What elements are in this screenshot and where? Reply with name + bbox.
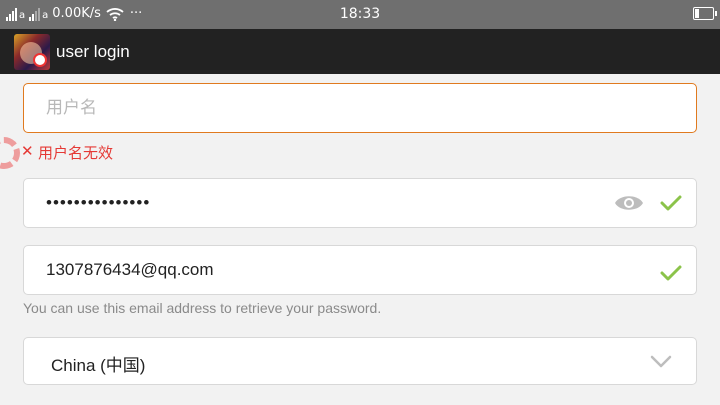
app-bar: user login	[0, 29, 720, 74]
email-hint: You can use this email address to retrie…	[23, 300, 382, 316]
password-input[interactable]	[46, 179, 606, 227]
username-error: ✕ 用户名无效	[0, 137, 200, 173]
chevron-down-icon[interactable]	[650, 354, 672, 370]
email-input[interactable]	[46, 246, 626, 294]
eye-icon[interactable]	[614, 193, 644, 213]
touch-indicator	[0, 137, 20, 169]
battery-icon	[693, 7, 717, 20]
close-icon: ✕	[21, 142, 34, 160]
check-icon	[660, 265, 682, 281]
status-time: 18:33	[339, 6, 381, 22]
page-title: user login	[56, 41, 130, 61]
status-bar: a a 0.00K/s ··· 18:33	[0, 0, 720, 29]
email-field[interactable]	[23, 245, 697, 295]
check-icon	[660, 195, 682, 211]
username-field[interactable]	[23, 83, 697, 133]
country-value: China (中国)	[51, 356, 146, 375]
username-input[interactable]	[46, 84, 666, 131]
game-app-icon	[14, 33, 50, 70]
password-field[interactable]	[23, 178, 697, 228]
username-error-text: 用户名无效	[38, 144, 114, 162]
country-select[interactable]: China (中国)	[23, 337, 697, 385]
